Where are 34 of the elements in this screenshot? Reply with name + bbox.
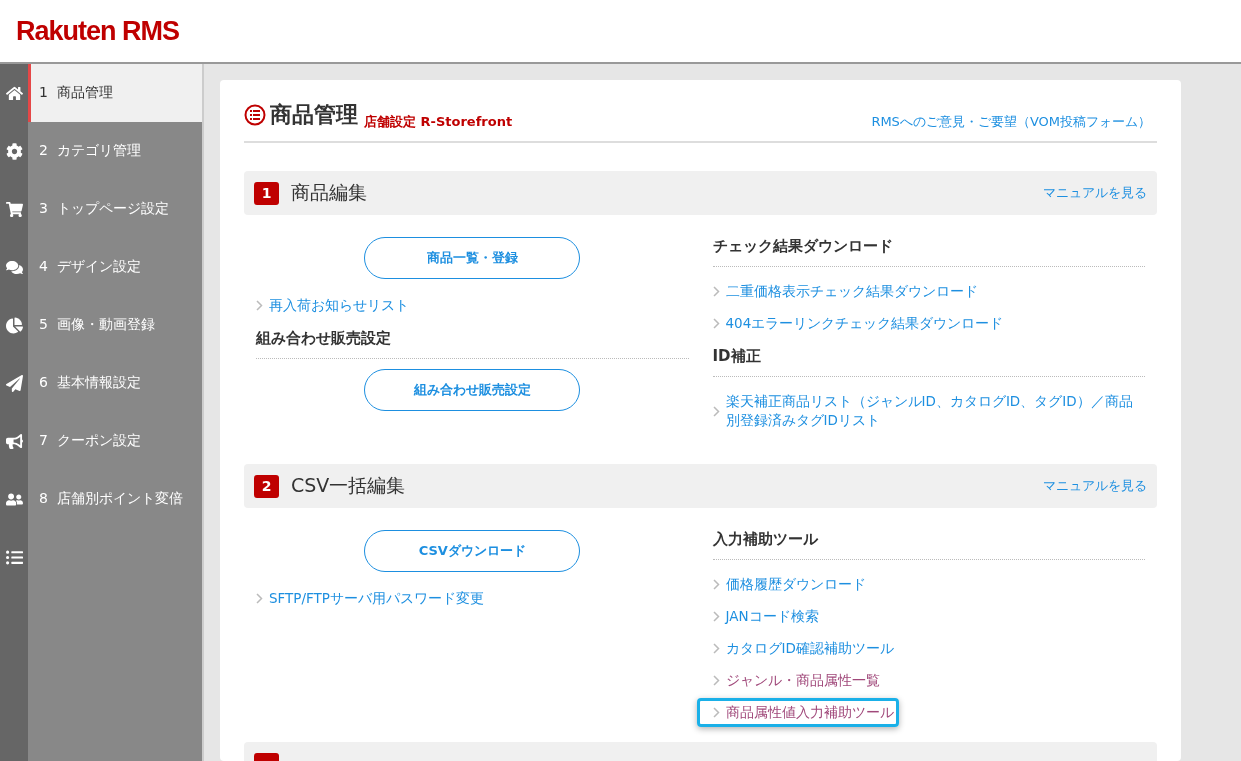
link[interactable]: JANコード検索 — [708, 602, 824, 631]
group-heading: チェック結果ダウンロード — [712, 237, 1145, 267]
sidebar-item[interactable]: 4 デザイン設定 — [0, 238, 202, 296]
feedback-link[interactable]: RMSへのご意見・ご要望（VOM投稿フォーム） — [871, 113, 1157, 131]
link[interactable]: 再入荷お知らせリスト — [252, 291, 414, 320]
action-button[interactable]: CSVダウンロード — [364, 530, 581, 572]
section-title: CSV一括編集 — [291, 473, 406, 498]
manual-link[interactable]: マニュアルを見る — [1043, 184, 1147, 202]
link[interactable]: 価格履歴ダウンロード — [708, 570, 871, 599]
action-button[interactable]: 組み合わせ販売設定 — [364, 369, 581, 411]
link[interactable]: SFTP/FTPサーバ用パスワード変更 — [252, 584, 489, 613]
link[interactable]: カタログID確認補助ツール — [708, 634, 899, 663]
sidebar-item[interactable]: 3 トップページ設定 — [0, 180, 202, 238]
section-number: 2 — [254, 474, 279, 498]
link[interactable]: 404エラーリンクチェック結果ダウンロード — [708, 309, 1009, 338]
link[interactable]: 二重価格表示チェック結果ダウンロード — [708, 277, 983, 306]
page-title: 商品管理 — [244, 100, 358, 130]
sidebar-item[interactable]: 5 画像・動画登録 — [0, 296, 202, 354]
sidebar-item[interactable]: 2 カテゴリ管理 — [0, 122, 202, 180]
group-heading: 組み合わせ販売設定 — [256, 323, 689, 359]
action-button[interactable]: 商品一覧・登録 — [364, 237, 581, 279]
sidebar-item[interactable]: 7 クーポン設定 — [0, 412, 202, 470]
section-title: 商品編集 — [291, 180, 367, 205]
section-number: 1 — [254, 181, 279, 205]
link[interactable]: ジャンル・商品属性一覧 — [708, 666, 885, 695]
link[interactable]: 楽天補正商品リスト（ジャンルID、カタログID、タグID）／商品別登録済みタグIDリスト — [708, 387, 1145, 435]
sidebar-item[interactable]: 8 店舗別ポイント変倍 — [0, 470, 202, 528]
logo[interactable]: Rakuten RMS — [16, 15, 180, 47]
sidebar-item[interactable]: 6 基本情報設定 — [0, 354, 202, 412]
group-heading: ID補正 — [712, 341, 1145, 377]
page-subtitle: 店舗設定 R-Storefront — [364, 113, 513, 131]
group-heading: 入力補助ツール — [712, 530, 1145, 560]
manual-link[interactable]: マニュアルを見る — [1043, 477, 1147, 495]
link[interactable]: 商品属性値入力補助ツール — [696, 698, 899, 727]
